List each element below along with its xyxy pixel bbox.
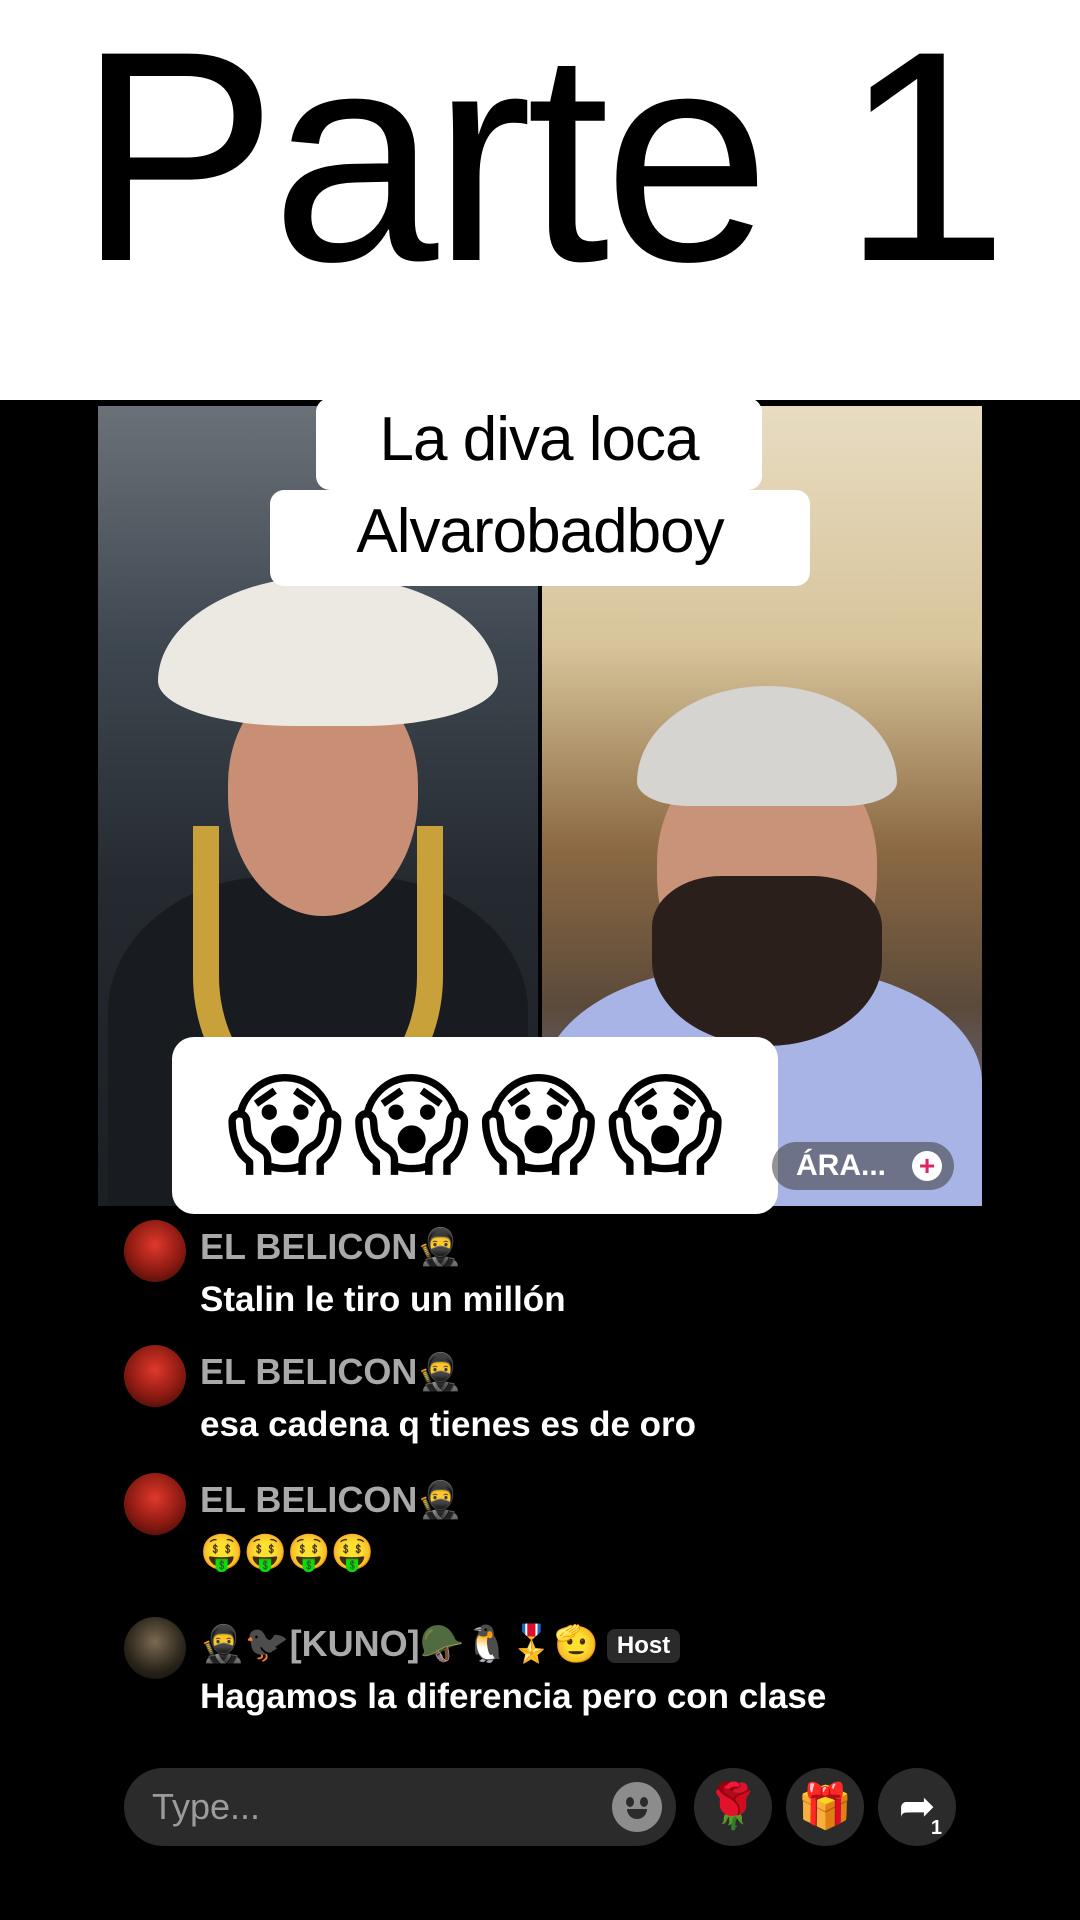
host-hat xyxy=(158,576,498,726)
host-badge: Host xyxy=(606,1629,681,1664)
live-stream-screen: Parte 1 La diva loca Alvarobadboy 😱 😱 😱 … xyxy=(0,0,1080,1920)
host-username: 🥷🐦‍⬛[KUNO]🪖🐧🎖️🫡 xyxy=(200,1623,599,1664)
emoji-mouth xyxy=(627,1809,647,1819)
follow-plus-icon[interactable]: + xyxy=(912,1151,942,1181)
caption-line-2: Alvarobadboy xyxy=(270,490,810,586)
reaction-box: 😱 😱 😱 😱 xyxy=(172,1037,778,1214)
avatar[interactable] xyxy=(124,1473,186,1535)
gift-icon: 🎁 xyxy=(797,1782,853,1831)
scream-emoji-icon: 😱 xyxy=(480,1062,597,1188)
guest-beard xyxy=(652,876,882,1046)
comment-input-placeholder: Type... xyxy=(152,1786,261,1827)
comment-username[interactable]: 🥷🐦‍⬛[KUNO]🪖🐧🎖️🫡 Host xyxy=(200,1623,681,1665)
rose-icon: 🌹 xyxy=(705,1782,761,1831)
comment-username[interactable]: EL BELICON🥷 xyxy=(200,1479,462,1521)
gift-button[interactable]: 🎁 xyxy=(786,1768,864,1846)
scream-emoji-icon: 😱 xyxy=(226,1062,344,1188)
caption-line-1: La diva loca xyxy=(316,398,762,490)
share-button[interactable]: ➦ 1 xyxy=(878,1768,956,1846)
emoji-picker-icon[interactable] xyxy=(612,1782,662,1832)
comment-username[interactable]: EL BELICON🥷 xyxy=(200,1226,462,1268)
comment-input[interactable]: Type... xyxy=(124,1768,676,1846)
title-banner: Parte 1 xyxy=(0,0,1080,400)
guest-name-label: ÁRA... xyxy=(796,1149,886,1182)
comment-text: Hagamos la diferencia pero con clase xyxy=(200,1677,827,1716)
guest-cap xyxy=(637,686,897,806)
avatar[interactable] xyxy=(124,1220,186,1282)
guest-name-pill[interactable]: ÁRA... + xyxy=(772,1142,954,1190)
comment-text: Stalin le tiro un millón xyxy=(200,1280,566,1319)
scream-emoji-icon: 😱 xyxy=(606,1062,724,1188)
scream-emoji-icon: 😱 xyxy=(353,1062,470,1188)
avatar[interactable] xyxy=(124,1617,186,1679)
share-count: 1 xyxy=(930,1817,942,1839)
rose-gift-button[interactable]: 🌹 xyxy=(694,1768,772,1846)
comment-username[interactable]: EL BELICON🥷 xyxy=(200,1351,462,1393)
banner-title: Parte 1 xyxy=(77,0,1008,324)
avatar[interactable] xyxy=(124,1345,186,1407)
comment-text: 🤑🤑🤑🤑 xyxy=(200,1533,375,1572)
comment-text: esa cadena q tienes es de oro xyxy=(200,1405,697,1444)
